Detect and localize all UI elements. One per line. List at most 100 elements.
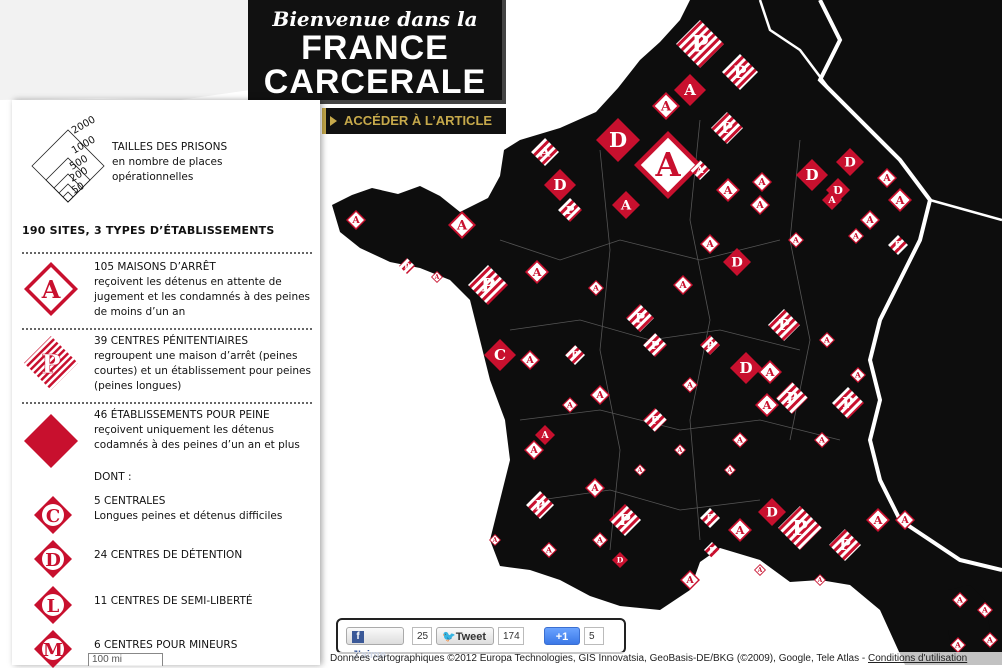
etablissement-peine-icon — [24, 414, 78, 468]
sub-desc: Longues peines et détenus difficiles — [94, 510, 283, 522]
facebook-like-count: 25 — [412, 627, 432, 645]
prison-marker-letter: P — [481, 274, 495, 296]
prison-marker-letter: A — [852, 232, 859, 241]
prison-marker-letter: P — [619, 511, 631, 529]
sub-head: 6 CENTRES POUR MINEURS — [94, 639, 238, 651]
map-attribution: Données cartographiques ©2012 Europa Tec… — [330, 652, 1002, 665]
prison-marker-letter: A — [492, 537, 498, 544]
prison-marker-letter: P — [721, 119, 733, 137]
legend-entry-maisons-arret: A 105 MAISONS D’ARRÊT reçoivent les déte… — [22, 260, 317, 330]
svg-text:L: L — [47, 596, 60, 617]
size-legend-text: TAILLES DES PRISONS en nombre de places … — [112, 140, 227, 185]
prison-marker-letter: A — [532, 265, 542, 279]
prison-marker-letter: A — [695, 165, 704, 176]
twitter-bird-icon: 🐦 — [442, 631, 456, 643]
prison-marker-letter: A — [660, 99, 672, 114]
divider — [22, 252, 312, 254]
prison-marker-letter: P — [778, 316, 790, 334]
prison-marker-letter: A — [882, 173, 891, 184]
prison-marker-letter: A — [981, 606, 988, 615]
prison-marker-letter: A — [765, 365, 775, 379]
tweet-button[interactable]: 🐦Tweet — [436, 627, 494, 645]
prison-marker-letter: A — [525, 355, 534, 366]
prison-marker-letter: A — [823, 336, 830, 345]
prison-marker-letter: A — [727, 467, 733, 474]
access-article-button[interactable]: ACCÉDER À L’ARTICLE — [322, 108, 506, 134]
prison-marker-letter: A — [986, 636, 993, 645]
prison-marker-letter: P — [691, 32, 708, 58]
size-legend-line2: en nombre de places — [112, 156, 223, 168]
prison-marker-letter: A — [762, 398, 772, 412]
attribution-text: Données cartographiques ©2012 Europa Tec… — [330, 653, 866, 664]
sub-head: 5 CENTRALES — [94, 495, 166, 507]
prison-marker-letter: P — [786, 389, 798, 407]
prison-marker-letter: A — [956, 596, 963, 605]
prison-marker-letter: A — [539, 145, 551, 160]
scale-2000: 2000 — [70, 114, 98, 136]
prison-marker-letter: P — [635, 311, 645, 326]
prison-marker-letter: A — [954, 641, 961, 650]
prison-marker-letter: P — [706, 340, 713, 351]
google-plus-one-button[interactable]: +1 — [544, 627, 580, 645]
terms-link[interactable]: Conditions d'utilisation — [868, 653, 967, 664]
prison-marker-letter: A — [620, 198, 632, 213]
prison-marker-letter: P — [566, 203, 575, 217]
prison-marker-letter: A — [757, 177, 766, 188]
prison-marker-letter: A — [865, 215, 874, 226]
google-plus-count: 5 — [584, 627, 604, 645]
prison-marker-letter: A — [637, 467, 643, 474]
prison-marker-letter: C — [494, 346, 506, 364]
prison-marker-letter: A — [735, 523, 745, 537]
legend-entry-etablissements-peine: 46 ÉTABLISSEMENTS POUR PEINE reçoivent u… — [22, 408, 317, 488]
prison-marker-letter: D — [731, 255, 743, 270]
prison-marker-letter: D — [553, 176, 566, 194]
svg-text:C: C — [46, 506, 60, 527]
prison-marker-letter: A — [818, 436, 825, 445]
centre-mineurs-icon: M — [34, 630, 72, 668]
prison-marker-letter: P — [792, 515, 808, 540]
prison-marker-letter: P — [651, 413, 660, 427]
prison-marker-letter: A — [723, 183, 733, 197]
entry-desc: reçoivent uniquement les détenus codamné… — [94, 424, 300, 451]
divider — [22, 328, 312, 330]
prison-marker-letter: A — [736, 436, 743, 445]
title-line3: CARCERALE — [263, 63, 487, 101]
entry-head: 39 CENTRES PÉNITENTIAIRES — [94, 335, 249, 347]
prison-marker-letter: A — [677, 447, 683, 454]
prison-marker-letter: A — [755, 200, 764, 211]
prison-marker-letter: A — [685, 575, 694, 586]
legend-panel: 2000 1000 500 200 50 TAILLES DES PRISONS… — [12, 100, 320, 668]
legend-entry-centres-penitentiaires: P 39 CENTRES PÉNITENTIAIRES regroupent u… — [22, 334, 317, 394]
title-line2: FRANCE — [301, 29, 449, 67]
prison-marker-letter: A — [540, 430, 549, 441]
sub-head: 24 CENTRES DE DÉTENTION — [94, 549, 243, 561]
prison-marker-letter: P — [571, 350, 578, 361]
prison-marker-letter: P — [839, 536, 851, 554]
semi-liberte-icon: L — [34, 586, 72, 624]
prison-marker-letter: A — [529, 445, 538, 456]
prison-marker-letter: P — [535, 498, 545, 513]
centre-penitentiaire-icon: P — [24, 336, 78, 390]
prison-marker-letter: D — [609, 127, 627, 152]
prison-marker-letter: A — [683, 81, 696, 99]
size-legend-line3: opérationnelles — [112, 171, 194, 183]
prison-marker-letter: A — [456, 218, 468, 233]
prison-marker-letter: A — [895, 193, 905, 207]
facebook-like-button[interactable]: fJ'aime — [346, 627, 404, 661]
prison-marker-letter: P — [651, 338, 660, 352]
prison-marker-letter: P — [734, 63, 747, 83]
maison-arret-icon: A — [24, 262, 78, 316]
size-legend-line1: TAILLES DES PRISONS — [112, 141, 228, 153]
legend-entry-centres-detention: D 24 CENTRES DE DÉTENTION — [22, 538, 317, 578]
sub-head: 11 CENTRES DE SEMI-LIBERTÉ — [94, 595, 253, 607]
tweet-count: 174 — [498, 627, 524, 645]
legend-entry-mineurs: M 6 CENTRES POUR MINEURS — [22, 628, 317, 668]
prison-marker-letter: A — [351, 215, 360, 226]
prison-marker-letter: A — [757, 567, 763, 574]
prison-marker-letter: A — [566, 401, 573, 410]
svg-text:A: A — [41, 275, 61, 304]
prison-marker-letter: D — [617, 556, 624, 565]
svg-text:D: D — [45, 550, 61, 571]
size-scale-diagram: 2000 1000 500 200 50 — [31, 114, 105, 203]
access-article-label: ACCÉDER À L’ARTICLE — [344, 113, 493, 128]
